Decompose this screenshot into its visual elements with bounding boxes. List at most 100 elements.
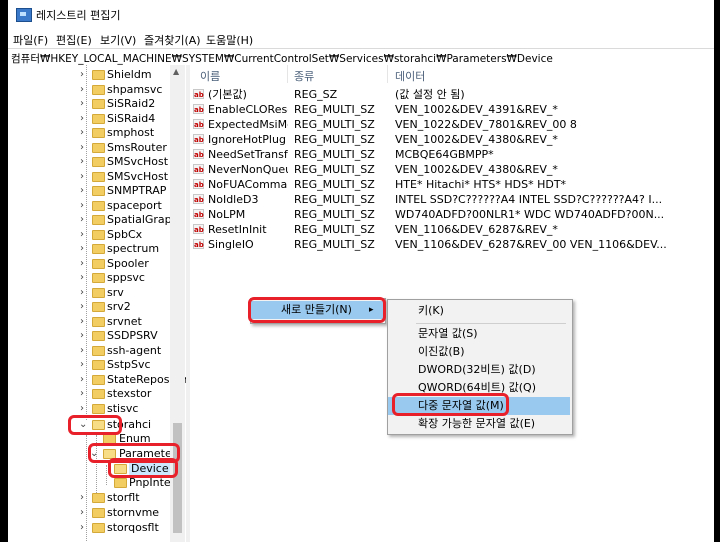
folder-icon [92, 493, 105, 503]
menu-favorites[interactable]: 즐겨찾기(A) [144, 32, 201, 48]
tree-item[interactable]: › SpatialGraphF [8, 212, 185, 227]
string-value-icon: ab [193, 119, 204, 129]
tree-item[interactable]: › smphost [8, 125, 173, 140]
tree-item[interactable]: › sppsvc [8, 270, 173, 285]
menu-view[interactable]: 보기(V) [100, 32, 136, 48]
folder-icon [92, 186, 105, 196]
string-value-icon: ab [193, 134, 204, 144]
tree-scrollbar[interactable]: ▲ [170, 65, 185, 542]
menu-item-expandable-string-value[interactable]: 확장 가능한 문자열 값(E) [388, 415, 570, 433]
tree-item[interactable]: › stornvme [8, 505, 173, 520]
tree-item[interactable]: › SiSRaid2 [8, 96, 173, 111]
table-row[interactable]: abNeverNonQueu...REG_MULTI_SZVEN_1002&DE… [190, 162, 714, 177]
menu-file[interactable]: 파일(F) [13, 32, 48, 48]
chevron-down-icon[interactable]: ⌄ [90, 446, 98, 461]
menu-separator [416, 323, 566, 324]
tree-item[interactable]: › SNMPTRAP [8, 183, 173, 198]
menu-edit[interactable]: 편집(E) [56, 32, 92, 48]
menu-item-qword-value[interactable]: QWORD(64비트) 값(Q) [388, 379, 570, 397]
tree-item[interactable]: › SstpSvc [8, 357, 173, 372]
tree-item[interactable]: › Spooler [8, 256, 173, 271]
table-row[interactable]: ab SingleIO REG_MULTI_SZ VEN_1106&DEV_6287&… [190, 237, 714, 252]
menu-item-multi-string-value[interactable]: 다중 문자열 값(M) [388, 397, 570, 415]
column-header-name[interactable]: 이름 [200, 68, 220, 84]
folder-icon [92, 244, 105, 254]
menu-item-binary-value[interactable]: 이진값(B) [388, 343, 570, 361]
chevron-right-icon: ▸ [369, 305, 374, 315]
tree-item[interactable]: › stexstor [8, 386, 173, 401]
tree-item[interactable]: › srv [8, 285, 173, 300]
tree-item[interactable]: › StateRepositor [8, 372, 186, 387]
table-row[interactable]: abNeedSetTransfer...REG_MULTI_SZMCBQE64G… [190, 147, 714, 162]
tree-item[interactable]: › stisvc [8, 401, 173, 416]
scroll-up-arrow-icon[interactable]: ▲ [173, 67, 179, 76]
tree-item[interactable]: › storqosflt [8, 520, 173, 535]
folder-icon [92, 389, 105, 399]
tree-item[interactable]: › spectrum [8, 241, 173, 256]
context-menu-new[interactable]: 새로 만들기(N) ▸ [251, 301, 383, 319]
tree-item[interactable]: › SiSRaid4 [8, 111, 173, 126]
scrollbar-thumb[interactable] [173, 423, 182, 533]
folder-icon [92, 215, 105, 225]
table-row[interactable]: abEnableCLOResetREG_MULTI_SZVEN_1002&DEV… [190, 102, 714, 117]
menu-item-key[interactable]: 키(K) [388, 302, 570, 320]
tree-item[interactable]: › SSDPSRV [8, 328, 173, 343]
string-value-icon: ab [193, 149, 204, 159]
address-path[interactable]: 컴퓨터₩HKEY_LOCAL_MACHINE₩SYSTEM₩CurrentCon… [11, 51, 553, 66]
tree-item-parameters[interactable]: ⌄ Parameters [8, 446, 182, 461]
folder-icon [92, 273, 105, 283]
table-row[interactable]: ab IgnoreHotPlug REG_MULTI_SZ VEN_1002&DEV_… [190, 132, 714, 147]
folder-icon [92, 404, 105, 414]
column-header-data[interactable]: 데이터 [395, 68, 425, 84]
folder-icon [92, 317, 105, 327]
tree-item[interactable]: › ssh-agent [8, 343, 173, 358]
address-bar[interactable]: 컴퓨터₩HKEY_LOCAL_MACHINE₩SYSTEM₩CurrentCon… [8, 48, 714, 66]
table-row[interactable]: ab NoIdleD3 REG_MULTI_SZ INTEL SSD?C??????A… [190, 192, 714, 207]
tree-item[interactable]: › storflt [8, 490, 173, 505]
string-value-icon: ab [193, 89, 204, 99]
table-row[interactable]: ab ResetInInit REG_MULTI_SZ VEN_1106&DEV_62… [190, 222, 714, 237]
tree-item[interactable]: › SMSvcHost 3. [8, 154, 182, 169]
string-value-icon: ab [193, 194, 204, 204]
menu-item-string-value[interactable]: 문자열 값(S) [388, 325, 570, 343]
folder-icon [92, 85, 105, 95]
folder-icon [92, 375, 105, 385]
tree-item-device[interactable]: Device [8, 461, 173, 476]
tree-item[interactable]: › spaceport [8, 198, 173, 213]
folder-icon [92, 172, 105, 182]
chevron-down-icon[interactable]: ⌄ [79, 417, 87, 432]
context-menu: 새로 만들기(N) ▸ [250, 298, 386, 324]
table-row[interactable]: abNoFUACommandREG_MULTI_SZHTE* Hitachi* … [190, 177, 714, 192]
table-row[interactable]: ab (기본값) REG_SZ (값 설정 안 됨) [190, 87, 714, 102]
tree-item-pnpinterface[interactable]: PnpInterface [8, 475, 186, 490]
tree-item[interactable]: › SmsRouter [8, 140, 173, 155]
tree-item[interactable]: › srv2 [8, 299, 173, 314]
folder-icon [92, 157, 105, 167]
folder-open-icon [103, 449, 116, 459]
folder-icon [92, 259, 105, 269]
folder-icon [92, 523, 105, 533]
tree-item[interactable]: › SMSvcHost 4. [8, 169, 182, 184]
folder-icon [92, 508, 105, 518]
tree-item[interactable]: › SpbCx [8, 227, 173, 242]
folder-open-icon [114, 464, 127, 474]
menu-help[interactable]: 도움말(H) [206, 32, 253, 48]
folder-icon [92, 346, 105, 356]
tree-item-enum[interactable]: Enum [8, 431, 173, 446]
column-divider[interactable] [387, 65, 388, 83]
registry-editor-icon [16, 8, 32, 22]
string-value-icon: ab [193, 239, 204, 249]
tree-item[interactable]: › Shieldm [8, 67, 173, 82]
table-row[interactable]: ab NoLPM REG_MULTI_SZ WD740ADFD?00NLR1* WDC… [190, 207, 714, 222]
string-value-icon: ab [193, 224, 204, 234]
registry-editor-window: 레지스트리 편집기 파일(F) 편집(E) 보기(V) 즐겨찾기(A) 도움말(… [8, 0, 714, 542]
folder-icon [92, 70, 105, 80]
tree-item[interactable]: › srvnet [8, 314, 173, 329]
table-row[interactable]: abExpectedMsiMe...REG_MULTI_SZVEN_1022&D… [190, 117, 714, 132]
column-header-type[interactable]: 종류 [294, 68, 314, 84]
tree-item-storahci[interactable]: ⌄ storahci [8, 417, 173, 432]
column-divider[interactable] [287, 65, 288, 83]
tree-item[interactable]: › shpamsvc [8, 82, 173, 97]
folder-icon [114, 478, 127, 488]
menu-item-dword-value[interactable]: DWORD(32비트) 값(D) [388, 361, 570, 379]
